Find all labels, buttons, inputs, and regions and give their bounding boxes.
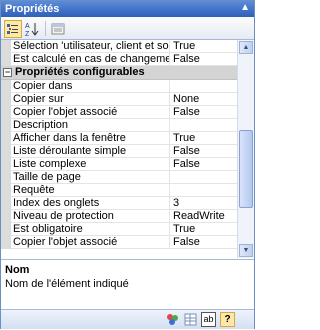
property-value[interactable]: None — [173, 93, 235, 105]
property-row[interactable]: Index des onglets 3 — [1, 197, 237, 210]
vertical-scrollbar[interactable]: ▲︎ ▼︎ — [237, 40, 254, 258]
property-pages-icon — [51, 23, 65, 35]
property-value[interactable] — [173, 119, 235, 131]
property-value[interactable]: True — [173, 223, 235, 235]
toolbar-separator — [45, 21, 46, 36]
category-header[interactable]: − Propriétés configurables — [1, 66, 237, 80]
categorized-view-button[interactable] — [4, 20, 22, 38]
property-value[interactable]: False — [173, 53, 235, 65]
svg-text:A: A — [25, 23, 30, 30]
property-row[interactable]: Description — [1, 119, 237, 132]
svg-text:Z: Z — [25, 31, 30, 37]
sort-az-icon: A Z — [25, 23, 39, 37]
property-grid: Sélection 'utilisateur, client et sociét… — [1, 40, 237, 258]
property-name: Requête — [13, 184, 170, 196]
property-value[interactable]: False — [173, 158, 235, 170]
row-gutter — [1, 40, 11, 53]
property-name: Liste déroulante simple — [13, 145, 170, 157]
property-pages-button[interactable] — [49, 20, 67, 38]
row-gutter — [1, 132, 11, 145]
property-name: Copier l'objet associé — [13, 236, 170, 248]
row-gutter — [1, 93, 11, 106]
properties-panel: Propriétés ▲︎ A Z Sélection 'utilisateur… — [0, 0, 255, 329]
property-name: Copier l'objet associé — [13, 106, 170, 118]
property-row[interactable]: Est calculé en cas de changement False — [1, 53, 237, 66]
property-name: Liste complexe — [13, 158, 170, 170]
property-name: Copier dans — [13, 80, 170, 92]
property-row[interactable]: Taille de page — [1, 171, 237, 184]
toolbar: A Z — [1, 17, 254, 40]
scrollbar-thumb[interactable] — [239, 130, 253, 208]
category-label: Propriétés configurables — [15, 66, 145, 78]
property-name: Est calculé en cas de changement — [13, 53, 170, 65]
property-row[interactable]: Copier l'objet associé False — [1, 236, 237, 249]
row-gutter — [1, 223, 11, 236]
property-value[interactable]: 3 — [173, 197, 235, 209]
grid-view-icon[interactable] — [183, 312, 198, 327]
property-row[interactable]: Copier l'objet associé False — [1, 106, 237, 119]
property-row[interactable]: Liste déroulante simple False — [1, 145, 237, 158]
row-gutter — [1, 119, 11, 132]
bottom-toolbar: ab ? — [1, 309, 254, 329]
collapse-toggle-icon[interactable]: − — [3, 68, 12, 77]
row-gutter — [1, 184, 11, 197]
property-value[interactable] — [173, 80, 235, 92]
property-value[interactable]: True — [173, 132, 235, 144]
row-gutter — [1, 145, 11, 158]
property-row[interactable]: Copier sur None — [1, 93, 237, 106]
property-value[interactable] — [173, 171, 235, 183]
property-name: Taille de page — [13, 171, 170, 183]
property-value[interactable]: False — [173, 236, 235, 248]
row-gutter — [1, 236, 11, 249]
collapse-chevron-icon[interactable]: ▲︎ — [240, 2, 250, 13]
row-gutter — [1, 210, 11, 223]
scroll-up-arrow-icon[interactable]: ▲︎ — [239, 41, 253, 54]
categorized-icon — [7, 24, 18, 34]
property-row[interactable]: Copier dans — [1, 80, 237, 93]
property-row[interactable]: Est obligatoire True — [1, 223, 237, 236]
alphabetical-view-button[interactable]: A Z — [23, 20, 41, 38]
text-field-icon[interactable]: ab — [201, 312, 216, 327]
property-value[interactable] — [173, 184, 235, 196]
row-gutter — [1, 53, 11, 66]
title-bar: Propriétés ▲︎ — [1, 1, 254, 17]
row-gutter — [1, 158, 11, 171]
panel-title: Propriétés — [5, 3, 60, 15]
property-name: Index des onglets — [13, 197, 170, 209]
color-palette-icon[interactable] — [165, 312, 180, 327]
property-row[interactable]: Liste complexe False — [1, 158, 237, 171]
property-name: Sélection 'utilisateur, client et sociét… — [13, 40, 170, 52]
row-gutter — [1, 197, 11, 210]
description-title: Nom — [5, 264, 30, 276]
property-row[interactable]: Sélection 'utilisateur, client et sociét… — [1, 40, 237, 53]
property-value[interactable]: ReadWrite — [173, 210, 235, 222]
description-panel: Nom Nom de l'élément indiqué — [1, 259, 254, 310]
scroll-down-arrow-icon[interactable]: ▼︎ — [239, 244, 253, 257]
property-name: Niveau de protection — [13, 210, 170, 222]
property-value[interactable]: False — [173, 145, 235, 157]
property-name: Copier sur — [13, 93, 170, 105]
row-gutter — [1, 80, 11, 93]
row-gutter — [1, 171, 11, 184]
property-name: Description — [13, 119, 170, 131]
property-name: Afficher dans la fenêtre — [13, 132, 170, 144]
property-row[interactable]: Niveau de protection ReadWrite — [1, 210, 237, 223]
property-name: Est obligatoire — [13, 223, 170, 235]
description-text: Nom de l'élément indiqué — [5, 278, 129, 290]
property-value[interactable]: False — [173, 106, 235, 118]
property-row[interactable]: Afficher dans la fenêtre True — [1, 132, 237, 145]
property-value[interactable]: True — [173, 40, 235, 52]
help-icon[interactable]: ? — [220, 312, 235, 327]
row-gutter — [1, 106, 11, 119]
property-row[interactable]: Requête — [1, 184, 237, 197]
